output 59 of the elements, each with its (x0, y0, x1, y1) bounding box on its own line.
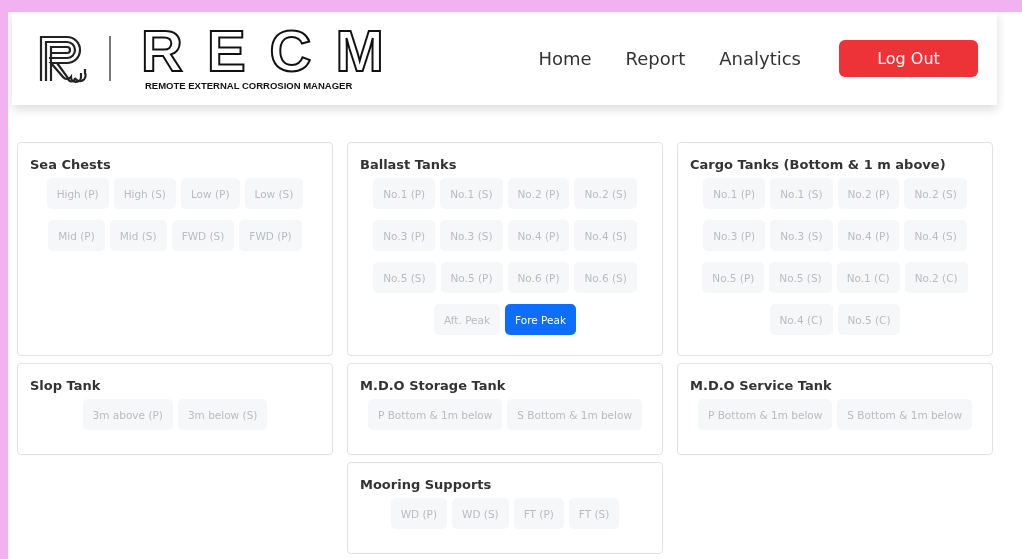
panel-title: Slop Tank (30, 378, 101, 393)
tank-location-button[interactable]: No.3 (S) (440, 220, 503, 251)
tank-location-button[interactable]: No.1 (P) (373, 178, 436, 209)
tank-location-button[interactable]: Aft. Peak (434, 304, 501, 335)
panel-title: Sea Chests (30, 157, 111, 172)
tank-location-button[interactable]: P Bottom & 1m below (697, 399, 833, 430)
tank-location-button[interactable]: No.6 (P) (507, 262, 570, 293)
panel-title: Mooring Supports (360, 477, 492, 492)
tank-location-button[interactable]: High (S) (113, 178, 176, 209)
tank-location-button[interactable]: No.3 (P) (703, 220, 766, 251)
tank-location-button[interactable]: No.2 (P) (507, 178, 570, 209)
tank-location-button[interactable]: No.4 (P) (507, 220, 570, 251)
tank-location-button[interactable]: No.2 (S) (904, 178, 967, 209)
tank-location-button[interactable]: WD (S) (452, 498, 509, 529)
tank-location-button[interactable]: No.1 (S) (770, 178, 833, 209)
brand-tagline: REMOTE EXTERNAL CORROSION MANAGER (145, 80, 353, 91)
tank-location-button[interactable]: FWD (P) (239, 220, 302, 251)
tank-location-button[interactable]: WD (P) (390, 498, 448, 529)
tank-location-button[interactable]: Fore Peak (505, 304, 576, 335)
tank-location-button[interactable]: Low (P) (180, 178, 240, 209)
tank-location-button[interactable]: S Bottom & 1m below (837, 399, 972, 430)
panel-title: Cargo Tanks (Bottom & 1 m above) (690, 157, 946, 172)
tank-location-button[interactable]: FWD (S) (171, 220, 235, 251)
tank-location-button[interactable]: No.1 (S) (440, 178, 503, 209)
tank-location-button[interactable]: No.5 (P) (702, 262, 765, 293)
tank-location-button[interactable]: 3m below (S) (177, 399, 268, 430)
tank-location-button[interactable]: No.2 (C) (904, 262, 968, 293)
nav-link[interactable]: Analytics (719, 48, 801, 69)
tank-location-button[interactable]: No.5 (S) (769, 262, 832, 293)
tank-location-button[interactable]: No.3 (S) (770, 220, 833, 251)
panel-title: Ballast Tanks (360, 157, 457, 172)
tank-location-button[interactable]: No.2 (S) (574, 178, 637, 209)
panel-title: M.D.O Service Tank (690, 378, 832, 393)
tank-location-button[interactable]: No.4 (P) (837, 220, 900, 251)
tank-location-button[interactable]: High (P) (46, 178, 109, 209)
tank-location-button[interactable]: S Bottom & 1m below (507, 399, 642, 430)
nav-link[interactable]: Home (538, 48, 592, 69)
nav-link[interactable]: Report (625, 48, 686, 69)
panel-title: M.D.O Storage Tank (360, 378, 506, 393)
tank-location-button[interactable]: No.4 (S) (904, 220, 967, 251)
tank-location-button[interactable]: 3m above (P) (82, 399, 173, 430)
tank-location-button[interactable]: No.1 (P) (703, 178, 766, 209)
logout-button[interactable]: Log Out (839, 40, 978, 77)
tank-location-button[interactable]: No.4 (S) (574, 220, 637, 251)
tank-location-button[interactable]: Low (S) (244, 178, 304, 209)
tank-location-button[interactable]: No.5 (P) (440, 262, 503, 293)
tank-location-button[interactable]: No.6 (S) (574, 262, 637, 293)
brand-logo-text: RECM (141, 26, 408, 76)
tank-location-button[interactable]: No.5 (C) (837, 304, 901, 335)
tank-location-button[interactable]: No.4 (C) (769, 304, 833, 335)
tank-location-button[interactable]: Mid (S) (109, 220, 167, 251)
tank-location-button[interactable]: No.3 (P) (373, 220, 436, 251)
tank-location-button[interactable]: Mid (P) (48, 220, 105, 251)
tank-location-button[interactable]: FT (S) (568, 498, 620, 529)
tank-location-button[interactable]: FT (P) (513, 498, 564, 529)
tank-location-button[interactable]: No.5 (S) (373, 262, 436, 293)
tank-location-button[interactable]: P Bottom & 1m below (367, 399, 503, 430)
tank-location-button[interactable]: No.2 (P) (837, 178, 900, 209)
tank-location-button[interactable]: No.1 (C) (836, 262, 900, 293)
